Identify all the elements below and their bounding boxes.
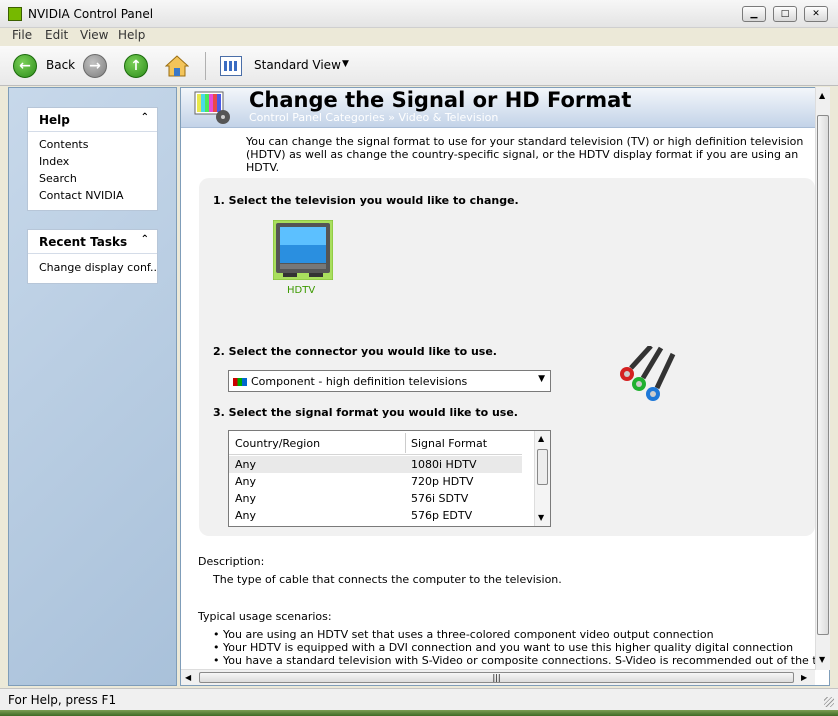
country-cell: Any — [235, 492, 257, 505]
help-panel-header[interactable]: Help ⌃ — [28, 108, 157, 132]
recent-tasks-panel: Recent Tasks ⌃ Change display conf... — [27, 229, 158, 284]
help-link-search[interactable]: Search — [28, 170, 157, 187]
table-row[interactable]: Any 1080i HDTV — [229, 456, 522, 473]
scroll-right-icon[interactable]: ▶ — [801, 673, 807, 682]
main-horizontal-scrollbar[interactable]: ◀ ||| ▶ — [181, 669, 815, 685]
format-cell: 576i SDTV — [411, 492, 469, 505]
country-cell: Any — [235, 458, 257, 471]
scroll-up-icon[interactable]: ▲ — [538, 434, 544, 443]
collapse-chevron-icon[interactable]: ⌃ — [141, 234, 149, 245]
usage-item: • You have a standard television with S-… — [213, 654, 830, 667]
column-header-signal-format[interactable]: Signal Format — [411, 437, 487, 450]
toolbar: ← Back → ↑ Standard View ▼ — [0, 46, 838, 86]
collapse-chevron-icon[interactable]: ⌃ — [141, 112, 149, 123]
main-vertical-thumb[interactable] — [817, 115, 829, 635]
up-arrow-icon[interactable]: ↑ — [124, 54, 148, 78]
help-link-contact-nvidia[interactable]: Contact NVIDIA — [28, 187, 157, 204]
help-link-contents[interactable]: Contents — [28, 136, 157, 153]
status-bar: For Help, press F1 — [0, 688, 838, 710]
desktop-strip — [0, 710, 838, 716]
standard-view-label[interactable]: Standard View — [254, 58, 341, 72]
maximize-button[interactable]: □ — [773, 6, 797, 22]
connector-select[interactable]: Component - high definition televisions … — [228, 370, 551, 392]
scroll-up-icon[interactable]: ▲ — [819, 91, 825, 100]
usage-item: • You are using an HDTV set that uses a … — [213, 628, 714, 641]
usage-item: • Your HDTV is equipped with a DVI conne… — [213, 641, 794, 654]
list-scrollbar[interactable]: ▲ ▼ — [534, 431, 550, 526]
home-icon[interactable] — [165, 54, 189, 78]
breadcrumb[interactable]: Control Panel Categories » Video & Telev… — [249, 111, 498, 124]
signal-format-list[interactable]: Country/Region Signal Format Any 1080i H… — [228, 430, 551, 527]
page-header: Change the Signal or HD Format Control P… — [181, 88, 815, 128]
table-row[interactable]: Any 576i SDTV — [229, 490, 522, 507]
minimize-button[interactable]: ▁ — [742, 6, 766, 22]
toolbar-separator — [205, 52, 206, 80]
resize-grip-icon[interactable] — [824, 697, 834, 707]
component-connector-icon — [233, 378, 247, 386]
status-text: For Help, press F1 — [8, 693, 117, 707]
column-separator — [405, 433, 406, 453]
close-button[interactable]: ✕ — [804, 6, 828, 22]
chevron-down-icon[interactable]: ▼ — [342, 59, 349, 69]
format-cell: 576p EDTV — [411, 509, 473, 522]
connector-value: Component - high definition televisions — [251, 375, 468, 388]
usage-text: You have a standard television with S-Vi… — [223, 654, 830, 667]
video-television-category-icon — [194, 91, 230, 124]
hdtv-label[interactable]: HDTV — [287, 285, 315, 296]
intro-text: You can change the signal format to use … — [246, 135, 804, 174]
recent-tasks-title: Recent Tasks — [39, 235, 128, 249]
country-cell: Any — [235, 475, 257, 488]
format-cell: 720p HDTV — [411, 475, 474, 488]
country-cell: Any — [235, 509, 257, 522]
nvidia-app-icon — [8, 7, 22, 21]
main-content: Change the Signal or HD Format Control P… — [180, 87, 830, 686]
main-horizontal-thumb[interactable]: ||| — [199, 672, 794, 683]
sidebar: Help ⌃ Contents Index Search Contact NVI… — [8, 87, 177, 686]
table-row[interactable]: Any 720p HDTV — [229, 473, 522, 490]
title-bar: NVIDIA Control Panel ▁ □ ✕ — [0, 0, 838, 28]
component-cables-icon — [620, 346, 676, 401]
window-title: NVIDIA Control Panel — [28, 7, 154, 21]
menu-view[interactable]: View — [80, 28, 108, 42]
list-header: Country/Region Signal Format — [229, 431, 522, 455]
page-title: Change the Signal or HD Format — [249, 88, 632, 112]
recent-tasks-header[interactable]: Recent Tasks ⌃ — [28, 230, 157, 254]
table-row[interactable]: Any 576p EDTV — [229, 507, 522, 524]
menu-file[interactable]: File — [12, 28, 32, 42]
help-link-index[interactable]: Index — [28, 153, 157, 170]
scroll-down-icon[interactable]: ▼ — [538, 513, 544, 522]
description-text: The type of cable that connects the comp… — [213, 573, 562, 586]
menu-help[interactable]: Help — [118, 28, 145, 42]
usage-text: Your HDTV is equipped with a DVI connect… — [223, 641, 794, 654]
scroll-down-icon[interactable]: ▼ — [819, 655, 825, 664]
format-cell: 1080i HDTV — [411, 458, 477, 471]
menu-edit[interactable]: Edit — [45, 28, 68, 42]
chevron-down-icon[interactable]: ▼ — [538, 374, 545, 384]
step-2-heading: 2. Select the connector you would like t… — [213, 345, 497, 358]
step-3-heading: 3. Select the signal format you would li… — [213, 406, 518, 419]
standard-view-icon[interactable] — [220, 56, 242, 76]
column-header-country[interactable]: Country/Region — [235, 437, 320, 450]
back-arrow-icon[interactable]: ← — [13, 54, 37, 78]
help-panel: Help ⌃ Contents Index Search Contact NVI… — [27, 107, 158, 211]
help-panel-title: Help — [39, 113, 70, 127]
menu-bar: File Edit View Help — [0, 28, 838, 46]
back-button-label[interactable]: Back — [46, 58, 75, 72]
recent-task-item[interactable]: Change display conf... — [28, 259, 157, 276]
description-label: Description: — [198, 555, 265, 568]
main-vertical-scrollbar[interactable]: ▲ ▼ — [815, 87, 830, 670]
usage-text: You are using an HDTV set that uses a th… — [223, 628, 714, 641]
usage-label: Typical usage scenarios: — [198, 610, 332, 623]
hdtv-icon[interactable] — [273, 220, 333, 280]
list-scroll-thumb[interactable] — [537, 449, 548, 485]
step-1-heading: 1. Select the television you would like … — [213, 194, 519, 207]
scroll-left-icon[interactable]: ◀ — [185, 673, 191, 682]
forward-arrow-icon[interactable]: → — [83, 54, 107, 78]
